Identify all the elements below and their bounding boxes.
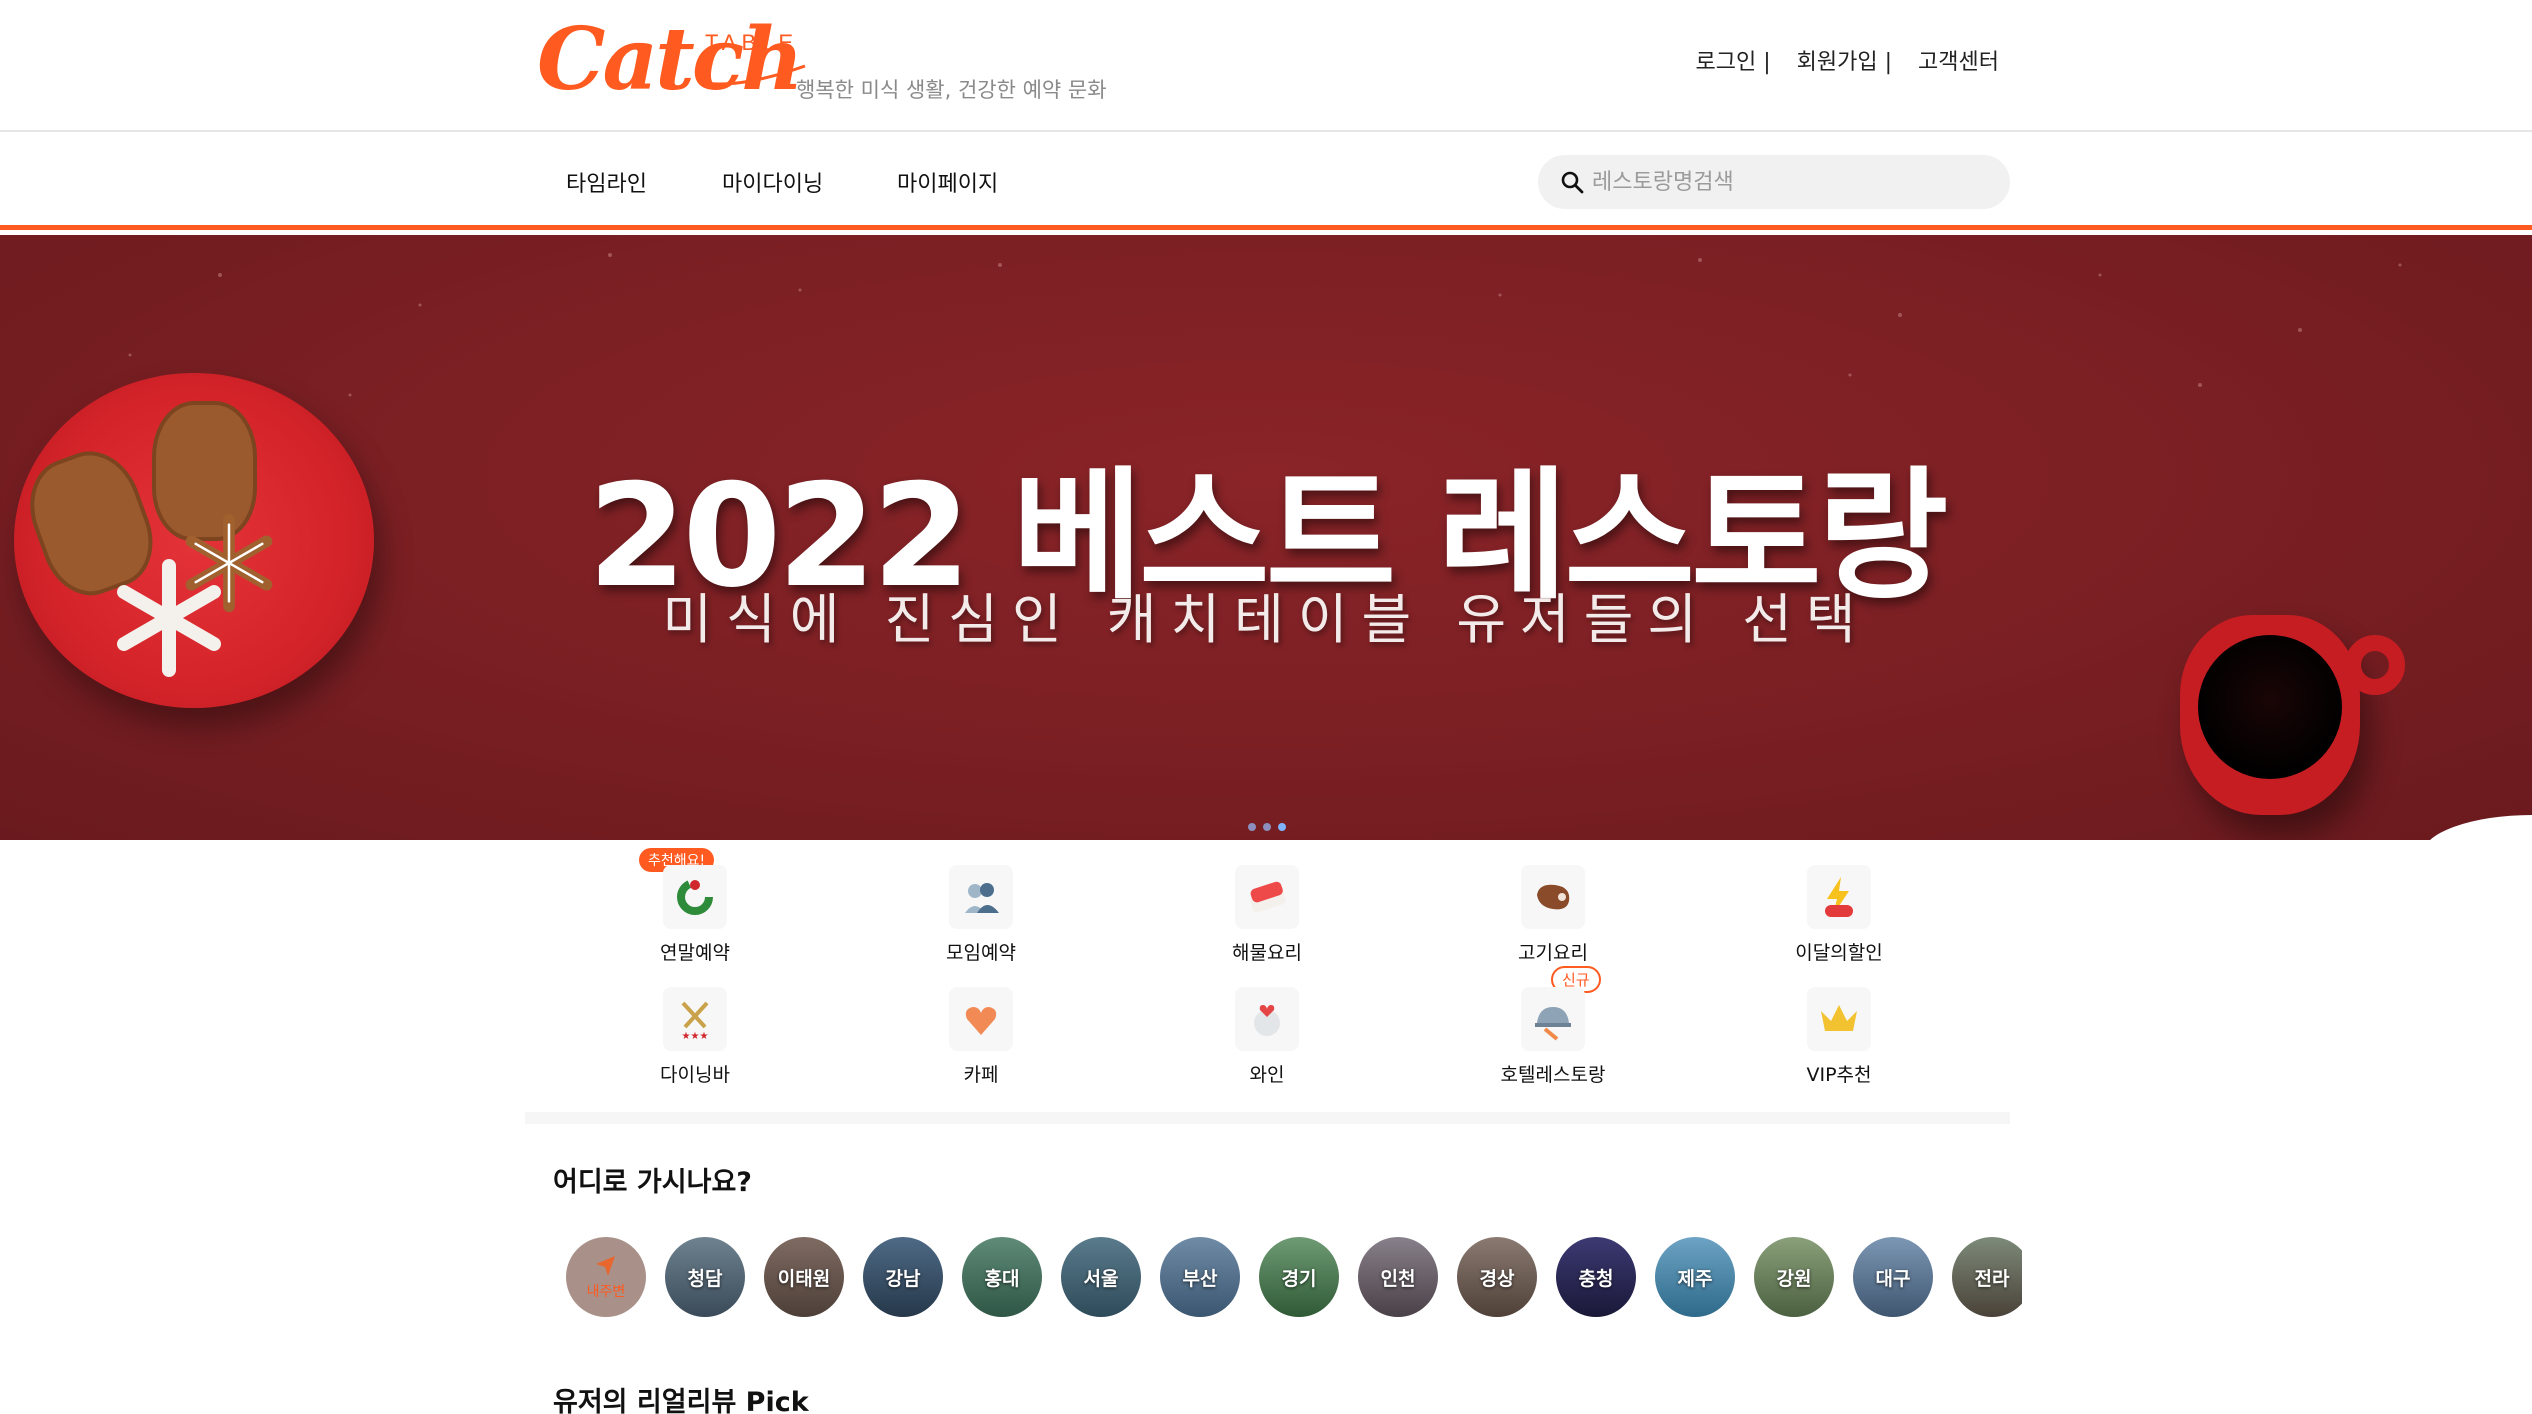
category-label: 이달의할인 bbox=[1795, 942, 1883, 964]
heart-cup-icon bbox=[949, 987, 1013, 1051]
category-seafood[interactable]: 해물요리 bbox=[1167, 850, 1367, 964]
category-monthly-sale[interactable]: 이달의할인 bbox=[1739, 850, 1939, 964]
crown-icon bbox=[1807, 987, 1871, 1051]
category-label: 모임예약 bbox=[946, 942, 1016, 964]
wine-glass-icon bbox=[1235, 987, 1299, 1051]
region-incheon[interactable]: 인천 bbox=[1358, 1237, 1438, 1317]
region-seoul[interactable]: 서울 bbox=[1061, 1237, 1141, 1317]
region-gyeonggi[interactable]: 경기 bbox=[1259, 1237, 1339, 1317]
login-link[interactable]: 로그인 | bbox=[1696, 44, 1771, 76]
review-section-title: 유저의 리얼리뷰 Pick bbox=[553, 1387, 809, 1414]
region-list: 내주변 청담 이태원 강남 홍대 서울 부산 경기 인천 경상 충청 제주 강원… bbox=[566, 1237, 2022, 1321]
signup-link[interactable]: 회원가입 | bbox=[1797, 44, 1892, 76]
catchtable-logo[interactable]: Catch TABLE bbox=[537, 10, 806, 110]
nav-mydining[interactable]: 마이다이닝 bbox=[722, 166, 823, 198]
tagline: 행복한 미식 생활, 건강한 예약 문화 bbox=[796, 78, 1107, 102]
category-label: 카페 bbox=[963, 1064, 999, 1086]
wreath-icon bbox=[663, 865, 727, 929]
search-box[interactable] bbox=[1538, 155, 2010, 209]
category-label: 연말예약 bbox=[660, 942, 730, 964]
region-jeju[interactable]: 제주 bbox=[1655, 1237, 1735, 1317]
sale-lightning-icon bbox=[1807, 865, 1871, 929]
seafood-icon bbox=[1235, 865, 1299, 929]
meat-icon bbox=[1521, 865, 1585, 929]
region-chungcheong[interactable]: 충청 bbox=[1556, 1237, 1636, 1317]
region-section-title: 어디로 가시나요? bbox=[553, 1167, 752, 1198]
category-label: VIP추천 bbox=[1806, 1064, 1872, 1086]
category-label: 고기요리 bbox=[1518, 942, 1588, 964]
category-cafe[interactable]: 카페 bbox=[881, 972, 1081, 1086]
banner-corner-curve bbox=[2422, 815, 2532, 840]
promo-banner[interactable]: 2022 베스트 레스토랑 미식에 진심인 캐치테이블 유저들의 선택 bbox=[0, 235, 2532, 840]
region-nearby-label: 내주변 bbox=[586, 1284, 626, 1300]
region-gyeongsang[interactable]: 경상 bbox=[1457, 1237, 1537, 1317]
region-gangwon[interactable]: 강원 bbox=[1754, 1237, 1834, 1317]
group-icon bbox=[949, 865, 1013, 929]
cloche-icon bbox=[1521, 987, 1585, 1051]
top-links: 로그인 | 회원가입 | 고객센터 bbox=[1670, 44, 1999, 76]
region-jeolla[interactable]: 전라 bbox=[1952, 1237, 2022, 1317]
search-input[interactable] bbox=[1592, 162, 1992, 202]
carousel-dot-active[interactable] bbox=[1278, 823, 1286, 831]
category-dining-bar[interactable]: ★★★ 다이닝바 bbox=[595, 972, 795, 1086]
category-label: 와인 bbox=[1249, 1064, 1285, 1086]
region-itaewon[interactable]: 이태원 bbox=[764, 1237, 844, 1317]
banner-subtitle: 미식에 진심인 캐치테이블 유저들의 선택 bbox=[662, 588, 1870, 651]
category-hotel-restaurant[interactable]: 신규 호텔레스토랑 bbox=[1453, 966, 1653, 1086]
fork-knife-icon: ★★★ bbox=[663, 987, 727, 1051]
category-label: 호텔레스토랑 bbox=[1500, 1064, 1606, 1086]
section-divider bbox=[525, 1112, 2010, 1124]
category-group[interactable]: 모임예약 bbox=[881, 850, 1081, 964]
search-icon[interactable] bbox=[1560, 170, 1584, 194]
carousel-dot[interactable] bbox=[1263, 823, 1271, 831]
carousel-dots bbox=[1248, 823, 1293, 831]
carousel-dot[interactable] bbox=[1248, 823, 1256, 831]
region-busan[interactable]: 부산 bbox=[1160, 1237, 1240, 1317]
category-meat[interactable]: 고기요리 bbox=[1453, 850, 1653, 964]
region-nearby-button[interactable]: 내주변 bbox=[566, 1237, 646, 1317]
region-cheongdam[interactable]: 청담 bbox=[665, 1237, 745, 1317]
category-year-end[interactable]: 추천해요! 연말예약 bbox=[595, 848, 795, 964]
logo-swoosh-icon bbox=[698, 64, 806, 86]
category-vip[interactable]: VIP추천 bbox=[1739, 972, 1939, 1086]
main-nav: 타임라인 마이다이닝 마이페이지 bbox=[0, 132, 2532, 230]
nav-timeline[interactable]: 타임라인 bbox=[566, 166, 647, 198]
region-gangnam[interactable]: 강남 bbox=[863, 1237, 943, 1317]
category-grid: 추천해요! 연말예약 모임예약 해물요리 고기요리 이달의할인 ★★★ 다이닝바 bbox=[525, 848, 2010, 1125]
snow-speckles-decoration bbox=[128, 253, 2402, 397]
category-label: 다이닝바 bbox=[660, 1064, 730, 1086]
region-daegu[interactable]: 대구 bbox=[1853, 1237, 1933, 1317]
category-label: 해물요리 bbox=[1232, 942, 1302, 964]
category-wine[interactable]: 와인 bbox=[1167, 972, 1367, 1086]
region-hongdae[interactable]: 홍대 bbox=[962, 1237, 1042, 1317]
svg-text:★★★: ★★★ bbox=[682, 1031, 709, 1041]
coffee-mug-image bbox=[2180, 615, 2405, 815]
nav-mypage[interactable]: 마이페이지 bbox=[897, 166, 998, 198]
customer-center-link[interactable]: 고객센터 bbox=[1918, 44, 1999, 76]
location-arrow-icon bbox=[596, 1256, 615, 1276]
site-header: Catch TABLE 행복한 미식 생활, 건강한 예약 문화 로그인 | 회… bbox=[0, 0, 2532, 132]
logo-table-text: TABLE bbox=[705, 30, 799, 55]
